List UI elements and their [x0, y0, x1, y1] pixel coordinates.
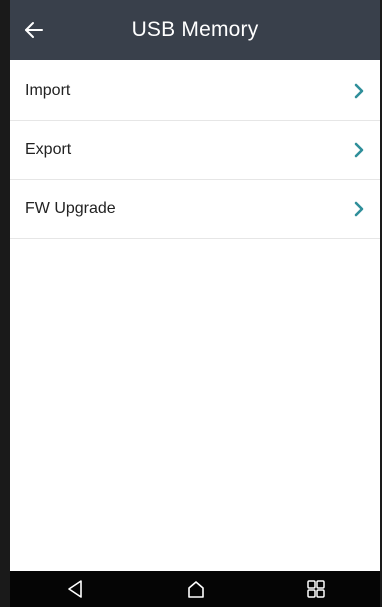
back-triangle-icon: [68, 580, 82, 598]
menu-item-import[interactable]: Import: [10, 62, 380, 121]
menu-item-label: FW Upgrade: [25, 200, 116, 217]
chevron-right-icon: [354, 201, 364, 217]
app-screen: USB Memory Import Export FW Upgrade: [0, 0, 382, 607]
menu-item-fw-upgrade[interactable]: FW Upgrade: [10, 180, 380, 239]
menu-item-export[interactable]: Export: [10, 121, 380, 180]
system-nav-bar: [10, 571, 380, 607]
menu-item-label: Import: [25, 82, 71, 99]
home-icon: [188, 581, 204, 598]
nav-home-button[interactable]: [183, 577, 209, 601]
top-app-bar: USB Memory: [10, 0, 380, 60]
nav-back-button[interactable]: [62, 577, 88, 601]
nav-recents-button[interactable]: [303, 577, 329, 601]
menu-item-label: Export: [25, 141, 72, 158]
recents-icon: [307, 580, 325, 598]
chevron-right-icon: [354, 83, 364, 99]
page-title: USB Memory: [131, 18, 259, 41]
usb-menu-list: Import Export FW Upgrade: [10, 62, 380, 239]
chevron-right-icon: [354, 142, 364, 158]
